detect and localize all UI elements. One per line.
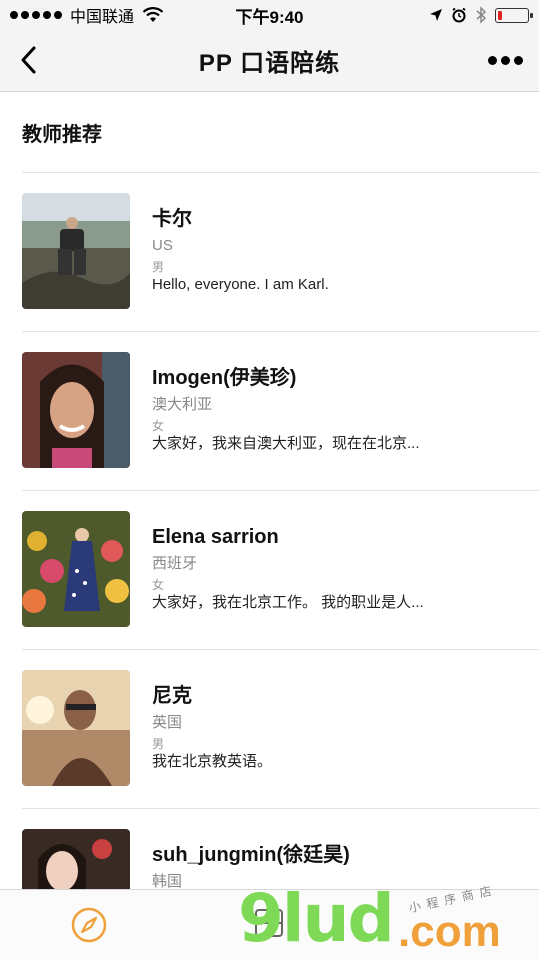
teacher-intro: Hello, everyone. I am Karl. [152,276,329,293]
teacher-avatar [22,352,130,468]
back-button[interactable] [10,42,46,78]
more-dot-icon [513,55,523,65]
signal-strength-icon [10,11,62,19]
chevron-left-icon [21,46,36,74]
wifi-icon [142,7,164,22]
teacher-name: 卡尔 [152,208,192,230]
teacher-country: 澳大利亚 [152,396,213,413]
alarm-clock-icon [452,7,466,23]
teacher-list-item[interactable]: suh_jungmin(徐廷昊) 韩国 [22,809,539,889]
page-title: PP 口语陪练 [198,50,341,77]
teacher-name: suh_jungmin(徐廷昊) [152,844,350,866]
teacher-list-item[interactable]: 卡尔 US 男 Hello, everyone. I am Karl. [22,173,539,332]
teacher-country: 英国 [152,714,183,731]
section-title: 教师推荐 [22,124,102,146]
teacher-avatar [22,193,130,309]
teacher-gender: 女 [152,419,165,433]
teacher-list-item[interactable]: 尼克 英国 男 我在北京教英语。 [22,650,539,809]
status-bar: 中国联通 下午9:40 [0,0,539,30]
location-arrow-icon [430,9,442,21]
battery-icon [495,7,533,23]
more-options-button[interactable] [485,48,525,72]
teacher-intro: 大家好，我来自澳大利亚，现在在北京... [152,435,420,452]
teacher-intro: 大家好，我在北京工作。 我的职业是人... [152,594,424,611]
teacher-gender: 女 [152,578,165,592]
grid-icon[interactable] [252,906,286,940]
teacher-gender: 男 [152,260,165,274]
compass-icon[interactable] [70,906,108,944]
bluetooth-icon [476,6,487,24]
battery-level [498,10,503,20]
teacher-country: 西班牙 [152,555,198,572]
teacher-gender: 男 [152,737,165,751]
teacher-name: 尼克 [152,685,192,707]
more-dot-icon [487,55,497,65]
teacher-name: Elena sarrion [152,526,279,548]
teacher-avatar [22,829,130,889]
teacher-list-item[interactable]: Elena sarrion 西班牙 女 大家好，我在北京工作。 我的职业是人..… [22,491,539,650]
teacher-list: 卡尔 US 男 Hello, everyone. I am Karl. Imog… [0,173,539,889]
teacher-avatar [22,511,130,627]
carrier-name: 中国联通 [70,9,135,26]
teacher-name: Imogen(伊美珍) [152,367,297,389]
teacher-country: 韩国 [152,873,183,889]
teacher-country: US [152,237,173,254]
teacher-avatar [22,670,130,786]
more-dot-icon [500,55,510,65]
teacher-intro: 我在北京教英语。 [152,753,273,770]
teacher-list-item[interactable]: Imogen(伊美珍) 澳大利亚 女 大家好，我来自澳大利亚，现在在北京... [22,332,539,491]
tab-bar [0,889,539,960]
nav-bar: PP 口语陪练 [0,30,539,92]
